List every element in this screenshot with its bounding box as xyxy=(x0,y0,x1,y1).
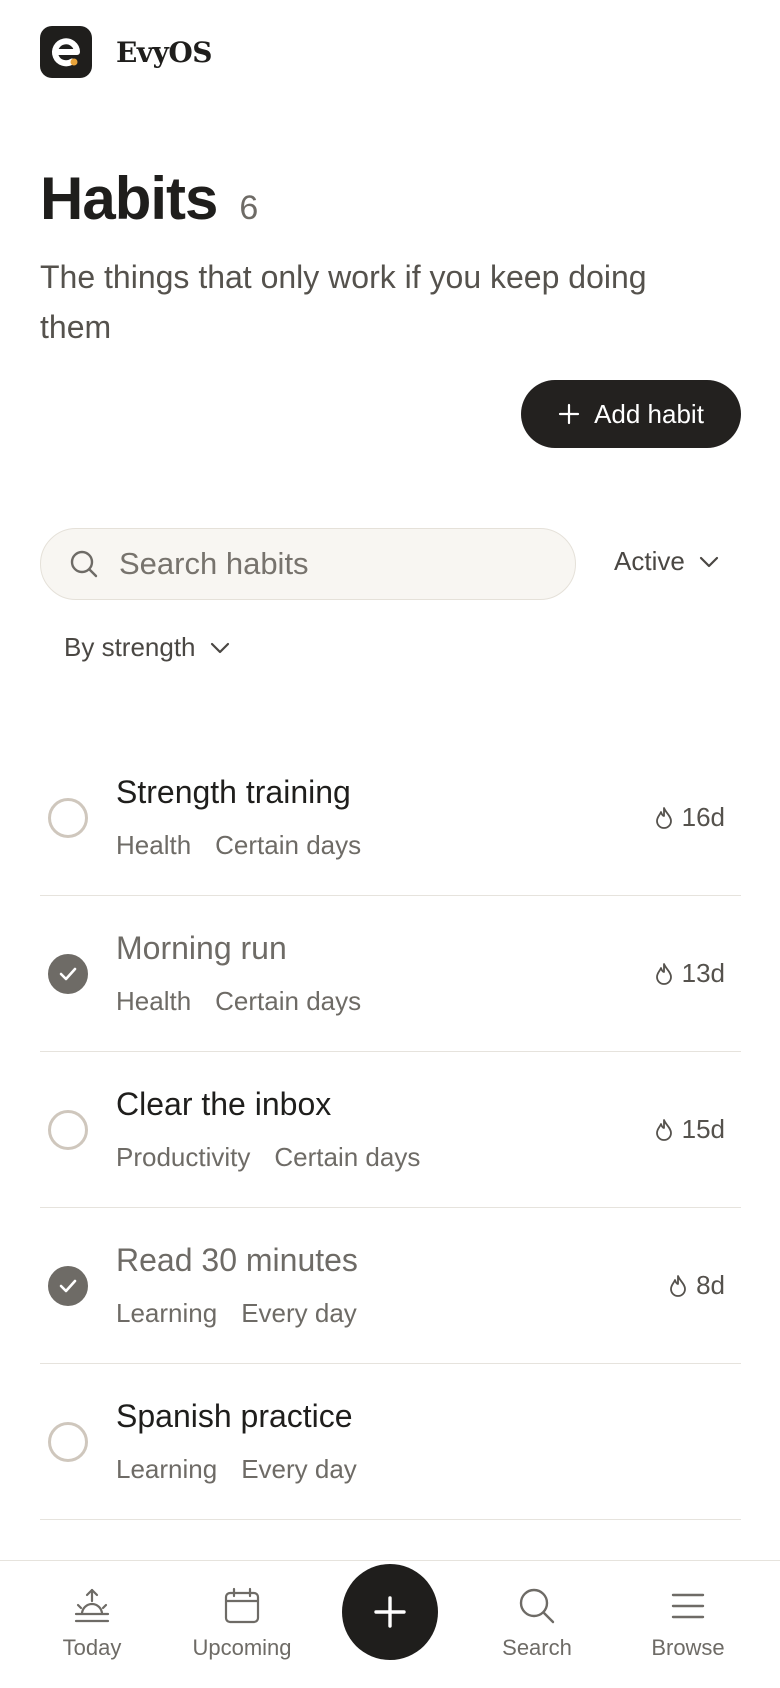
habit-count: 6 xyxy=(239,189,259,227)
habit-schedule: Certain days xyxy=(274,1142,421,1172)
chevron-down-icon xyxy=(699,556,718,567)
habit-category: Productivity xyxy=(116,1142,251,1172)
habit-tags: Productivity Certain days xyxy=(116,1142,420,1173)
habit-streak: 8d xyxy=(668,1270,725,1301)
habit-schedule: Every day xyxy=(241,1298,357,1328)
habit-schedule: Certain days xyxy=(215,986,362,1016)
streak-value: 15d xyxy=(681,1114,725,1144)
search-icon xyxy=(519,1588,555,1624)
tab-browse[interactable]: Browse xyxy=(618,1587,758,1661)
app-logo[interactable] xyxy=(40,26,92,78)
search-icon xyxy=(70,550,98,578)
habit-schedule: Certain days xyxy=(215,830,362,860)
sunrise-icon xyxy=(74,1588,110,1623)
habit-row[interactable]: Morning run Health Certain days 13d xyxy=(40,896,741,1052)
habit-list: Strength training Health Certain days 16… xyxy=(40,740,741,1580)
habit-name: Morning run xyxy=(116,930,287,966)
calendar-icon xyxy=(224,1587,260,1624)
flame-icon xyxy=(655,1118,672,1141)
habit-tags: Learning Every day xyxy=(116,1454,357,1485)
tab-upcoming[interactable]: Upcoming xyxy=(172,1587,312,1661)
habit-streak: 15d xyxy=(654,1114,725,1145)
habit-schedule: Every day xyxy=(241,1454,357,1484)
habit-checkbox[interactable] xyxy=(48,1422,88,1462)
logo-icon xyxy=(52,38,80,67)
page-title: Habits xyxy=(40,165,218,232)
flame-icon xyxy=(655,962,672,985)
tab-search[interactable]: Search xyxy=(467,1587,607,1661)
menu-icon xyxy=(671,1593,705,1619)
habit-name: Strength training xyxy=(116,774,351,810)
flame-icon xyxy=(655,806,672,829)
tab-today-label: Today xyxy=(62,1635,122,1660)
habit-checkbox[interactable] xyxy=(48,798,88,838)
streak-value: 13d xyxy=(681,958,725,988)
habit-category: Health xyxy=(116,986,192,1016)
sort-dropdown[interactable]: By strength xyxy=(64,632,230,663)
habit-category: Learning xyxy=(116,1298,218,1328)
habit-checkbox[interactable] xyxy=(48,1110,88,1150)
tab-today[interactable]: Today xyxy=(22,1587,162,1661)
habit-streak: 13d xyxy=(654,958,725,989)
habit-name: Spanish practice xyxy=(116,1398,353,1434)
chevron-down-icon xyxy=(210,642,229,653)
status-filter-label: Active xyxy=(614,546,685,576)
status-filter-dropdown[interactable]: Active xyxy=(614,546,719,577)
check-icon xyxy=(59,1279,77,1293)
add-habit-label: Add habit xyxy=(594,398,704,429)
streak-value: 16d xyxy=(681,802,725,832)
habit-row[interactable]: Spanish practice Learning Every day xyxy=(40,1364,741,1520)
habit-tags: Health Certain days xyxy=(116,986,361,1017)
flame-icon xyxy=(670,1274,686,1297)
tab-upcoming-label: Upcoming xyxy=(192,1635,292,1660)
search-input[interactable]: Search habits xyxy=(40,528,576,600)
habit-name: Clear the inbox xyxy=(116,1086,332,1122)
check-icon xyxy=(59,967,77,981)
habit-checkbox[interactable] xyxy=(48,954,88,994)
tab-search-label: Search xyxy=(502,1635,572,1660)
habit-streak: 16d xyxy=(654,802,725,833)
add-habit-button[interactable]: Add habit xyxy=(521,380,741,448)
plus-icon xyxy=(374,1596,406,1628)
habit-row[interactable]: Strength training Health Certain days 16… xyxy=(40,740,741,896)
habit-category: Learning xyxy=(116,1454,218,1484)
habit-checkbox[interactable] xyxy=(48,1266,88,1306)
habit-tags: Learning Every day xyxy=(116,1298,357,1329)
habit-name: Read 30 minutes xyxy=(116,1242,358,1278)
page-title-row: Habits 6 xyxy=(40,164,258,233)
habit-category: Health xyxy=(116,830,192,860)
habit-tags: Health Certain days xyxy=(116,830,361,861)
habit-row[interactable]: Clear the inbox Productivity Certain day… xyxy=(40,1052,741,1208)
app-header: EvyOS xyxy=(40,26,213,78)
page-subtitle: The things that only work if you keep do… xyxy=(40,259,647,345)
tab-browse-label: Browse xyxy=(651,1635,725,1660)
search-placeholder: Search habits xyxy=(119,546,309,581)
plus-icon xyxy=(558,403,580,425)
streak-value: 8d xyxy=(696,1270,725,1300)
brand-name: EvyOS xyxy=(116,35,213,69)
habit-row[interactable]: Read 30 minutes Learning Every day 8d xyxy=(40,1208,741,1364)
sort-label: By strength xyxy=(64,632,196,662)
quick-add-button[interactable] xyxy=(342,1564,438,1660)
